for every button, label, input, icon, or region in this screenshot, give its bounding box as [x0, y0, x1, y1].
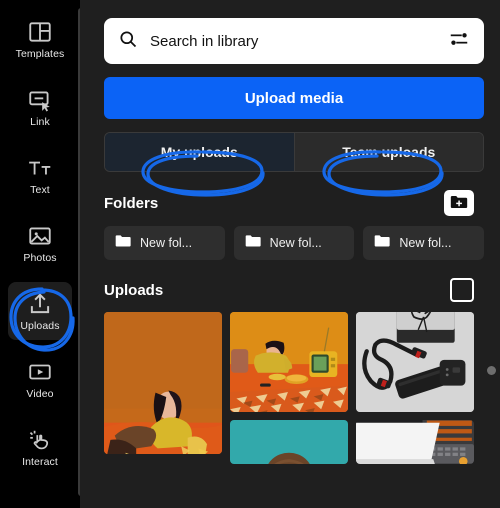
uploads-grid-column	[356, 312, 474, 464]
folder-icon	[374, 234, 391, 253]
interact-icon	[27, 427, 53, 453]
sidebar-item-label: Video	[26, 387, 54, 400]
sidebar-item-templates[interactable]: Templates	[8, 10, 72, 68]
folder-chip-label: New fol...	[140, 236, 193, 250]
folders-row: New fol... New fol... New fol...	[104, 226, 485, 260]
templates-icon	[27, 19, 53, 45]
sidebar-item-label: Templates	[15, 47, 65, 60]
sidebar-item-label: Link	[30, 115, 50, 128]
folders-section-header: Folders	[104, 190, 484, 216]
sidebar-item-uploads[interactable]: Uploads	[8, 282, 72, 340]
upload-media-button[interactable]: Upload media	[104, 77, 484, 119]
uploads-grid-column	[230, 312, 348, 464]
tab-my-uploads[interactable]: My uploads	[105, 133, 294, 171]
search-bar[interactable]	[104, 18, 484, 64]
text-icon	[27, 155, 53, 181]
add-folder-icon	[450, 194, 468, 213]
sidebar-item-link[interactable]: Link	[8, 78, 72, 136]
link-icon	[27, 87, 53, 113]
uploads-tab-group: My uploads Team uploads	[104, 132, 484, 172]
folder-chip[interactable]: New fol...	[363, 226, 485, 260]
uploads-panel: Upload media My uploads Team uploads Fol…	[80, 0, 500, 508]
thumbnail-woman-watching-retro-yellow-tv-on-orange-bedding[interactable]	[230, 312, 348, 412]
video-icon	[27, 359, 53, 385]
sidebar-item-photos[interactable]: Photos	[8, 214, 72, 272]
folder-chip[interactable]: New fol...	[233, 226, 355, 260]
folders-title: Folders	[104, 194, 159, 212]
checkbox-unchecked-icon[interactable]	[450, 278, 474, 302]
uploads-section-header: Uploads	[104, 278, 484, 302]
sidebar-item-text[interactable]: Text	[8, 146, 72, 204]
sidebar-item-interact[interactable]: Interact	[8, 418, 72, 476]
sidebar-item-label: Uploads	[20, 319, 60, 332]
folder-icon	[115, 234, 132, 253]
thumbnail-person-on-teal-background[interactable]	[230, 420, 348, 464]
sidebar-item-video[interactable]: Video	[8, 350, 72, 408]
thumbnail-black-cable-gift-box-and-power-bank-flatlay[interactable]	[356, 312, 474, 412]
sidebar-item-label: Photos	[23, 251, 57, 264]
folder-chip-label: New fol...	[269, 236, 322, 250]
folder-chip[interactable]: New fol...	[104, 226, 225, 260]
left-sidebar: Templates Link Text Photos Uploads Video…	[0, 0, 84, 508]
search-input[interactable]	[150, 32, 436, 50]
sidebar-item-label: Text	[30, 183, 50, 196]
uploads-grid-column	[104, 312, 222, 464]
folder-chip-label: New fol...	[399, 236, 452, 250]
uploads-icon	[27, 291, 53, 317]
uploads-title: Uploads	[104, 281, 164, 299]
search-icon	[118, 29, 138, 54]
filter-sliders-icon[interactable]	[448, 28, 470, 55]
tab-team-uploads[interactable]: Team uploads	[293, 133, 483, 171]
thumbnail-white-laptop-on-desk[interactable]	[356, 420, 474, 464]
panel-scrollbar-thumb[interactable]	[487, 366, 496, 375]
photos-icon	[27, 223, 53, 249]
uploads-grid	[104, 312, 484, 464]
sidebar-item-label: Interact	[22, 455, 58, 468]
thumbnail-woman-in-yellow-sweater-on-orange-backdrop[interactable]	[104, 312, 222, 454]
folder-icon	[245, 234, 262, 253]
add-folder-button[interactable]	[444, 190, 474, 216]
app-window: Templates Link Text Photos Uploads Video…	[0, 0, 500, 508]
